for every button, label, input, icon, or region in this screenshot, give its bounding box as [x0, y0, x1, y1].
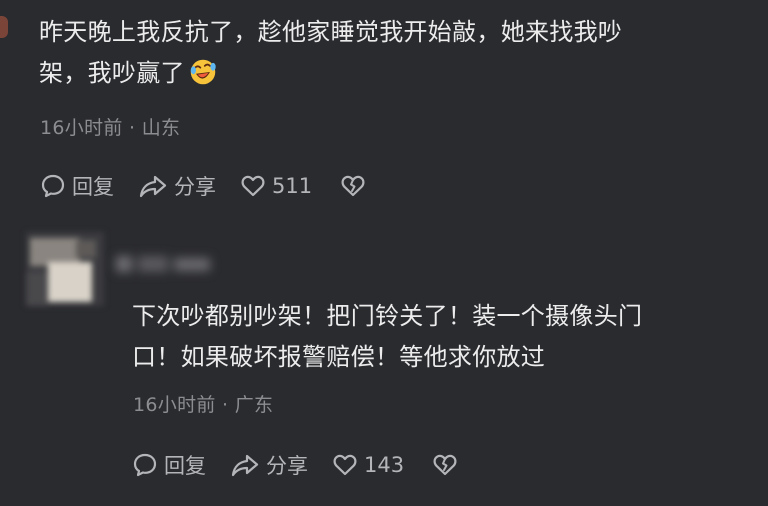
heart-outline-icon [333, 454, 357, 476]
reply-text-line: 口！如果破坏报警赔偿！等他求你放过 [132, 343, 546, 371]
comment-text-line: 架，我吵赢了 [39, 53, 739, 94]
comment-text: 昨天晚上我反抗了，趁他家睡觉我开始敲，她来找我吵 架，我吵赢了 [39, 12, 739, 94]
share-arrow-icon [139, 175, 167, 198]
dislike-button[interactable] [432, 453, 458, 477]
broken-heart-icon [341, 175, 365, 197]
like-count: 511 [272, 174, 313, 198]
comment-text-line-end: 架，我吵赢了 [39, 59, 185, 87]
comment-actions: 回复 分享 511 [40, 171, 366, 201]
laughing-crying-emoji-icon [190, 59, 216, 85]
like-count: 143 [364, 453, 405, 477]
share-arrow-icon [231, 454, 259, 477]
avatar[interactable] [26, 232, 104, 306]
reply-button[interactable]: 回复 [40, 171, 114, 201]
author-name[interactable] [116, 252, 216, 276]
heart-outline-icon [241, 175, 265, 197]
reply-actions: 回复 分享 143 [132, 450, 458, 480]
dislike-button[interactable] [340, 174, 366, 198]
share-button[interactable]: 分享 [138, 171, 216, 201]
like-button[interactable]: 511 [240, 174, 312, 198]
share-label: 分享 [266, 454, 308, 478]
broken-heart-icon [433, 454, 457, 476]
reply-label: 回复 [164, 454, 206, 478]
reply-time: 16小时前 [133, 394, 216, 416]
comment-text-line: 昨天晚上我反抗了，趁他家睡觉我开始敲，她来找我吵 [39, 18, 623, 46]
comment-time: 16小时前 [40, 117, 123, 139]
comment-bubble-icon [41, 174, 65, 198]
like-button[interactable]: 143 [332, 453, 404, 477]
share-button[interactable]: 分享 [230, 450, 308, 480]
share-label: 分享 [174, 175, 216, 199]
comment-thread: 昨天晚上我反抗了，趁他家睡觉我开始敲，她来找我吵 架，我吵赢了 16小时前 · … [0, 0, 768, 506]
meta-separator: · [129, 117, 136, 139]
comment-bubble-icon [133, 453, 157, 477]
reply-button[interactable]: 回复 [132, 450, 206, 480]
avatar[interactable] [0, 16, 8, 38]
comment-location: 山东 [141, 117, 181, 139]
reply-text: 下次吵都别吵架！把门铃关了！装一个摄像头门 口！如果破坏报警赔偿！等他求你放过 [132, 296, 752, 378]
comment-meta: 16小时前 · 山东 [40, 113, 180, 140]
meta-separator: · [222, 394, 229, 416]
reply-text-line: 下次吵都别吵架！把门铃关了！装一个摄像头门 [132, 302, 643, 330]
reply-label: 回复 [72, 175, 114, 199]
reply-meta: 16小时前 · 广东 [133, 390, 273, 417]
reply-location: 广东 [234, 394, 274, 416]
